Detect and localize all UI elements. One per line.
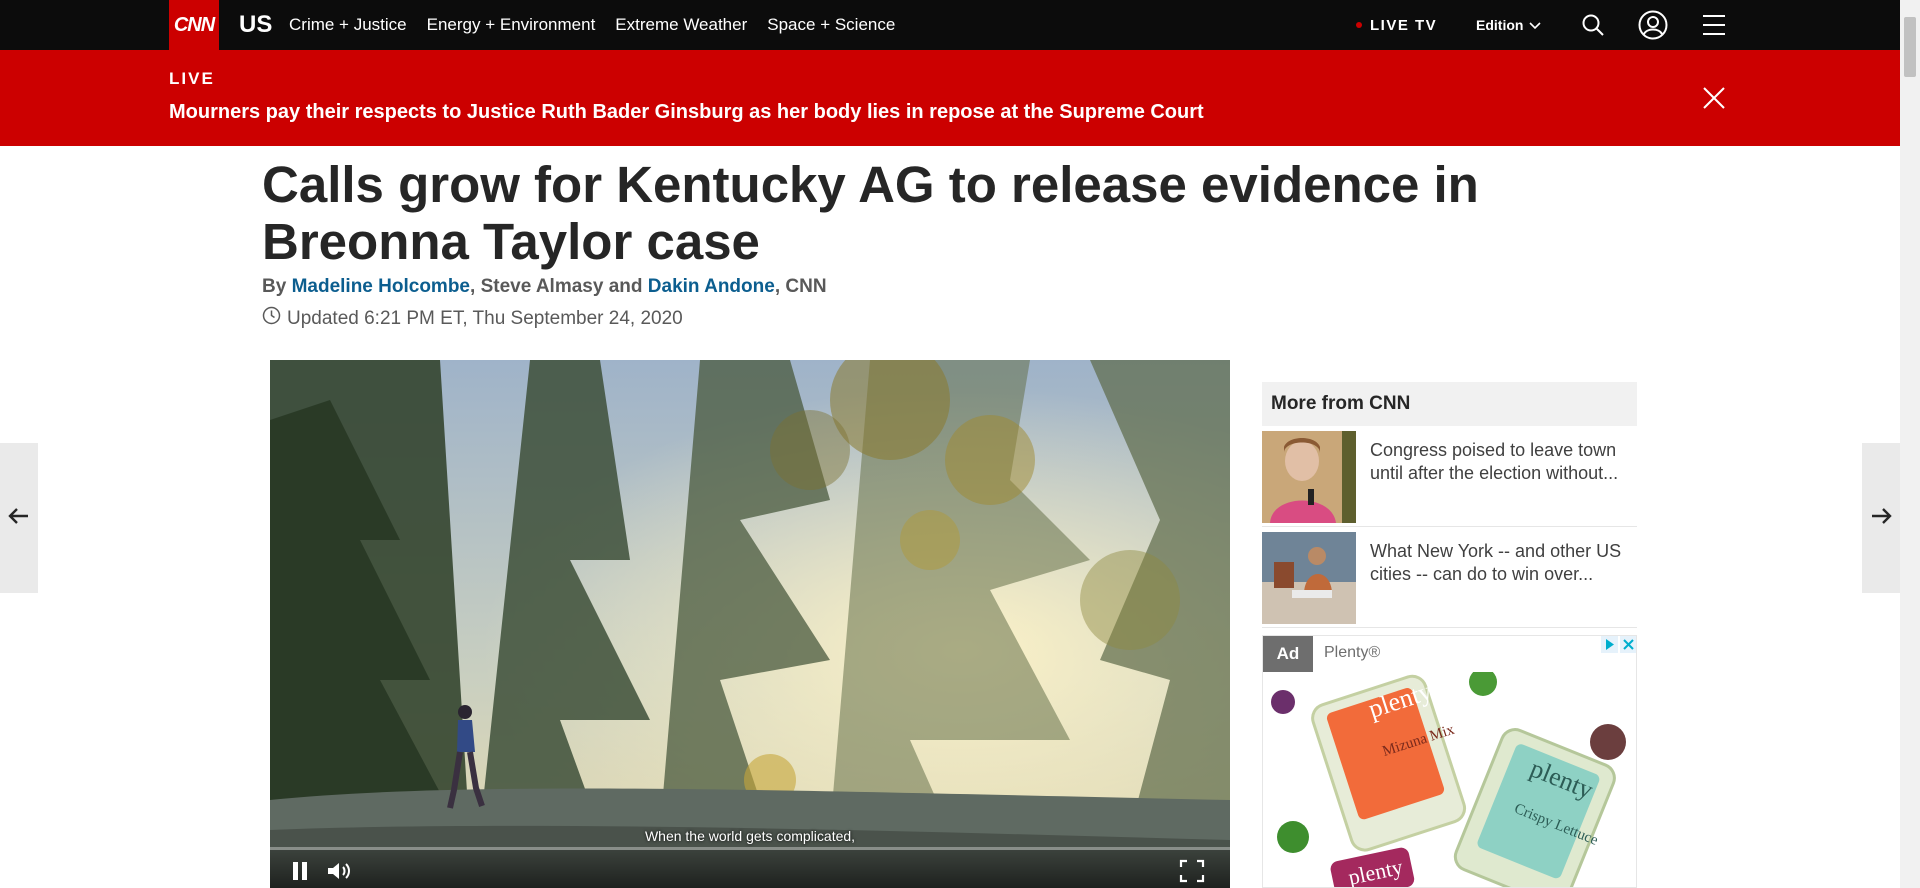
story-thumbnail[interactable] xyxy=(1262,532,1356,624)
ad-close-icon[interactable] xyxy=(1620,636,1636,654)
video-frame xyxy=(270,360,1230,888)
byline: By Madeline Holcombe, Steve Almasy and D… xyxy=(262,276,827,298)
ad-box[interactable]: Ad Plenty® plenty Mizuna Mix plenty Cris… xyxy=(1262,635,1637,888)
live-banner[interactable]: LIVE Mourners pay their respects to Just… xyxy=(0,50,1900,146)
list-item[interactable]: Congress poised to leave town until afte… xyxy=(1262,427,1637,527)
updated-timestamp: Updated 6:21 PM ET, Thu September 24, 20… xyxy=(262,306,683,331)
account-icon[interactable] xyxy=(1638,10,1668,40)
section-title[interactable]: US xyxy=(239,0,272,50)
author-link-madeline-holcombe[interactable]: Madeline Holcombe xyxy=(292,276,470,297)
story-thumbnail[interactable] xyxy=(1262,431,1356,523)
next-article-button[interactable] xyxy=(1862,443,1900,593)
cnn-logo[interactable]: CNN xyxy=(169,0,219,50)
fullscreen-icon[interactable] xyxy=(1177,858,1207,884)
byline-sep: and xyxy=(603,276,648,297)
top-nav: CNN US Crime + Justice Energy + Environm… xyxy=(0,0,1920,50)
live-dot-icon xyxy=(1356,22,1362,28)
updated-text: Updated 6:21 PM ET, Thu September 24, 20… xyxy=(287,307,683,329)
live-headline-link[interactable]: Mourners pay their respects to Justice R… xyxy=(169,101,1204,124)
chevron-down-icon xyxy=(1529,17,1542,33)
article-headline: Calls grow for Kentucky AG to release ev… xyxy=(262,156,1479,270)
byline-sep: , xyxy=(774,276,786,297)
video-player[interactable]: When the world gets complicated, xyxy=(270,360,1230,888)
ad-graphic: plenty Mizuna Mix plenty Crispy Lettuce … xyxy=(1271,668,1626,887)
previous-article-button[interactable] xyxy=(0,443,38,593)
nav-link-extreme-weather[interactable]: Extreme Weather xyxy=(615,15,747,35)
author-steve-almasy: Steve Almasy xyxy=(480,276,604,297)
author-link-dakin-andone[interactable]: Dakin Andone xyxy=(648,276,775,297)
volume-icon[interactable] xyxy=(325,858,355,884)
page-scrollbar[interactable] xyxy=(1900,0,1920,888)
byline-outlet: CNN xyxy=(785,276,827,297)
story-title-link[interactable]: What New York -- and other US cities -- … xyxy=(1356,528,1637,627)
byline-prefix: By xyxy=(262,276,292,297)
close-icon[interactable] xyxy=(1700,84,1728,112)
list-item[interactable]: What New York -- and other US cities -- … xyxy=(1262,528,1637,628)
video-caption: When the world gets complicated, xyxy=(644,828,856,844)
live-label: LIVE xyxy=(169,69,215,88)
byline-sep: , xyxy=(470,276,481,297)
ad-label: Ad xyxy=(1263,636,1313,672)
clock-icon xyxy=(262,306,281,331)
more-from-cnn-title: More from CNN xyxy=(1262,382,1637,426)
nav-link-space-science[interactable]: Space + Science xyxy=(767,15,895,35)
ad-sponsor[interactable]: Plenty® xyxy=(1324,644,1380,662)
nav-link-energy-environment[interactable]: Energy + Environment xyxy=(427,15,596,35)
arrow-left-icon xyxy=(8,507,30,530)
more-from-cnn: More from CNN Congress poised to leave t… xyxy=(1262,382,1637,628)
live-tv-button[interactable]: LIVE TV xyxy=(1356,0,1437,50)
edition-label: Edition xyxy=(1476,17,1524,33)
edition-dropdown[interactable]: Edition xyxy=(1476,0,1542,50)
ad-image[interactable]: plenty Mizuna Mix plenty Crispy Lettuce … xyxy=(1263,668,1636,887)
nav-links: Crime + Justice Energy + Environment Ext… xyxy=(289,0,895,50)
video-controls xyxy=(270,850,1230,888)
adchoices-icon[interactable] xyxy=(1601,636,1618,654)
nav-link-crime-justice[interactable]: Crime + Justice xyxy=(289,15,407,35)
menu-icon[interactable] xyxy=(1699,10,1729,40)
ad-choices xyxy=(1601,636,1636,654)
pause-icon[interactable] xyxy=(285,858,315,884)
story-title-link[interactable]: Congress poised to leave town until afte… xyxy=(1356,427,1637,526)
arrow-right-icon xyxy=(1870,507,1892,530)
search-icon[interactable] xyxy=(1578,10,1608,40)
live-tv-label: LIVE TV xyxy=(1370,16,1438,34)
scrollbar-thumb[interactable] xyxy=(1904,17,1916,77)
